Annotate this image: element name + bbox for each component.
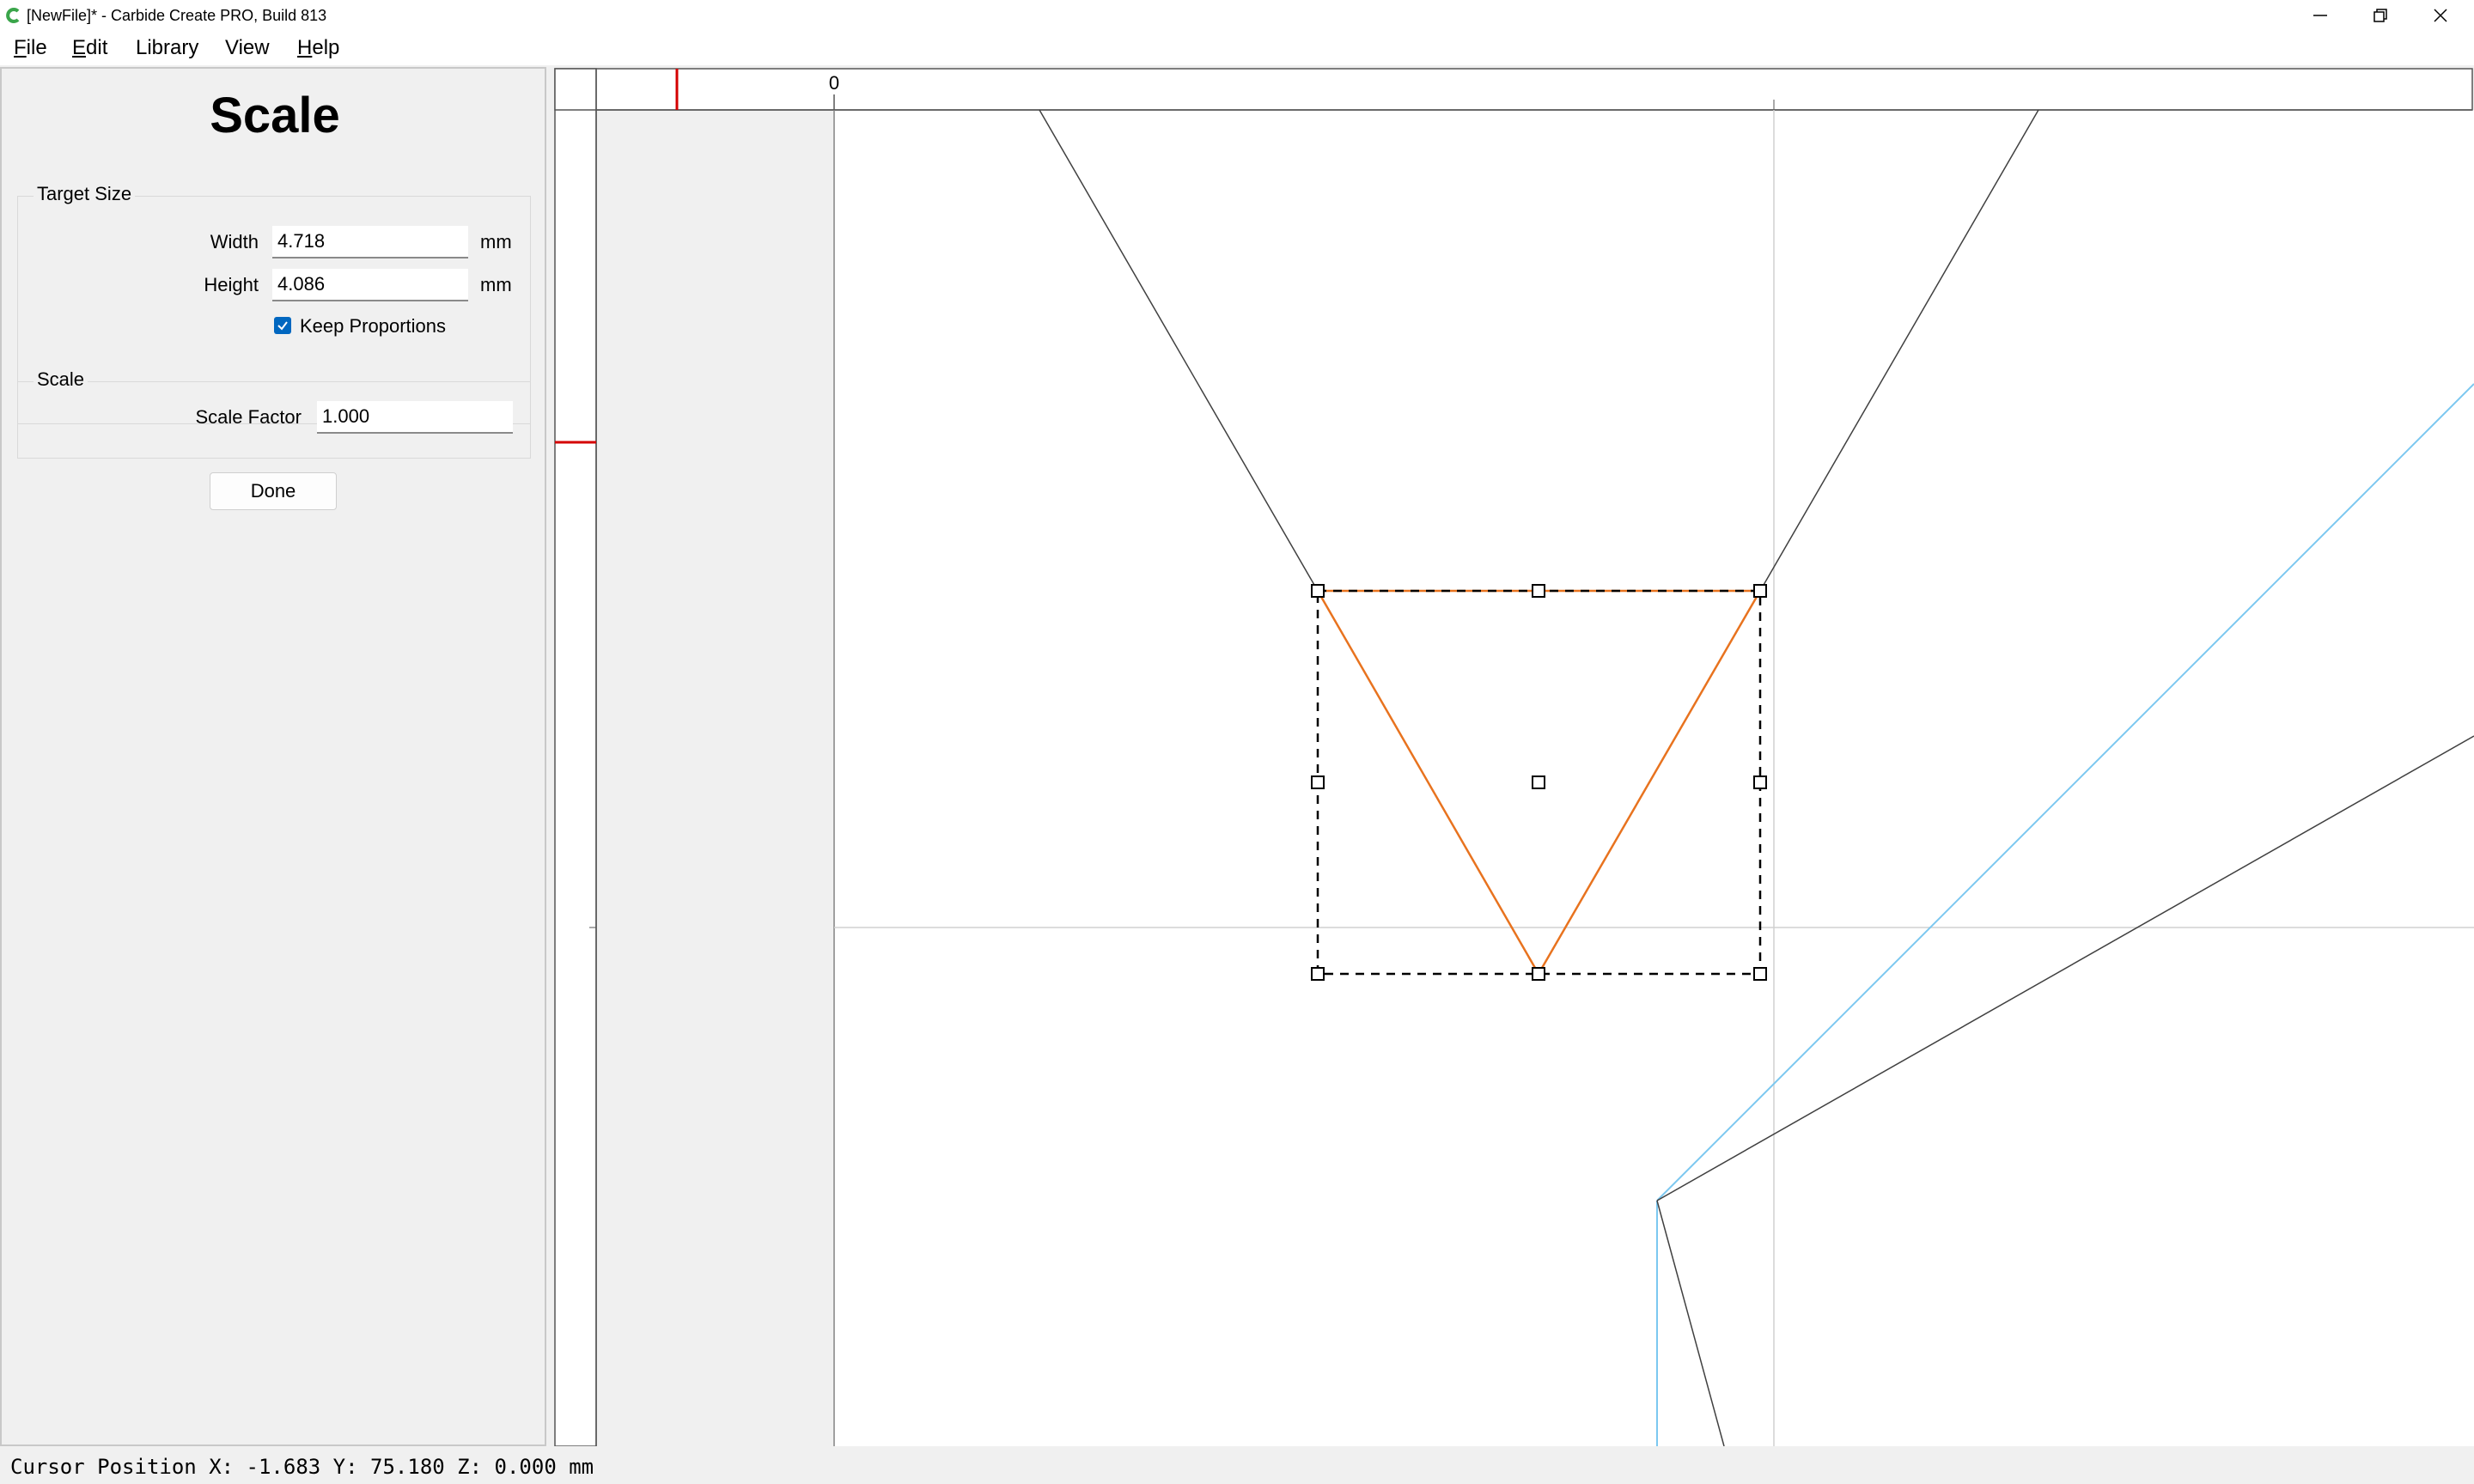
scale-group-label: Scale [34,368,88,391]
horizontal-ruler [554,68,2473,111]
menu-edit[interactable]: Edit [72,35,107,61]
scale-group: Scale Scale Factor [17,368,531,459]
scale-factor-label: Scale Factor [195,406,302,428]
handle-bottom-right[interactable] [1753,967,1767,981]
height-label: Height [204,274,259,295]
handle-top-center[interactable] [1532,584,1545,598]
close-icon [2434,9,2447,22]
handle-center[interactable] [1532,775,1545,789]
restore-button[interactable] [2350,0,2410,31]
handle-bottom-center[interactable] [1532,967,1545,981]
height-field[interactable] [272,269,468,301]
canvas-workspace[interactable] [833,110,2474,1446]
checkmark-icon [277,321,288,331]
ruler-origin-label: 0 [829,72,839,94]
width-label: Width [210,231,259,252]
scale-factor-field[interactable] [317,401,513,434]
handle-bottom-left[interactable] [1311,967,1325,981]
handle-top-left[interactable] [1311,584,1325,598]
panel-title: Scale [210,88,340,143]
carbide-create-logo-icon [6,8,20,23]
close-button[interactable] [2410,0,2471,31]
menu-file[interactable]: File [14,35,47,61]
keep-proportions-label: Keep Proportions [300,315,446,337]
done-button[interactable]: Done [210,472,337,510]
menu-bar: File Edit Library View Help [0,31,2474,65]
title-bar: [NewFile]* - Carbide Create PRO, Build 8… [0,0,2474,31]
target-size-label: Target Size [34,183,136,205]
menu-help[interactable]: Help [297,35,339,61]
width-unit: mm [480,231,512,252]
scale-panel: Scale Target Size Width mm Height mm Kee… [0,67,546,1446]
status-bar: Cursor Position X: -1.683 Y: 75.180 Z: 0… [0,1450,2474,1484]
vertical-ruler [554,68,597,1446]
menu-view[interactable]: View [225,35,270,61]
window-title: [NewFile]* - Carbide Create PRO, Build 8… [27,7,327,24]
handle-top-right[interactable] [1753,584,1767,598]
width-field[interactable] [272,226,468,258]
cursor-position-readout: Cursor Position X: -1.683 Y: 75.180 Z: 0… [10,1455,594,1479]
design-canvas[interactable]: 0 [553,67,2474,1446]
minimize-icon [2313,15,2327,16]
keep-proportions-checkbox[interactable] [274,317,291,334]
height-unit: mm [480,274,512,295]
handle-middle-right[interactable] [1753,775,1767,789]
handle-middle-left[interactable] [1311,775,1325,789]
minimize-button[interactable] [2290,0,2350,31]
restore-icon [2373,9,2387,22]
menu-library[interactable]: Library [136,35,198,61]
canvas-drawing[interactable]: 0 [553,67,2474,1446]
